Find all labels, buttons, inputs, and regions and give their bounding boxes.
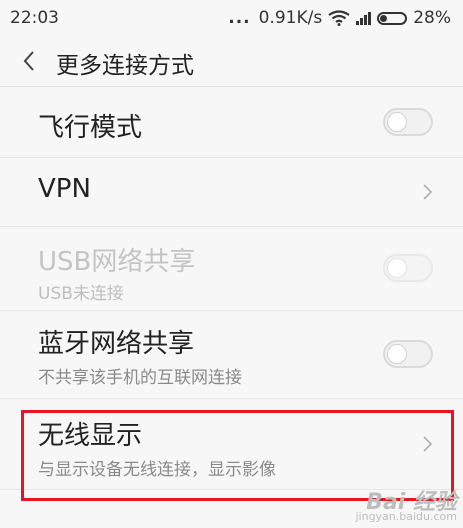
item-label: 飞行模式	[38, 113, 143, 143]
toggle-knob	[387, 344, 407, 364]
toggle-knob	[387, 258, 407, 278]
network-speed: 0.91K/s	[258, 8, 323, 28]
item-label: 蓝牙网络共享	[38, 329, 195, 359]
list-item-bluetooth-tethering[interactable]: 蓝牙网络共享 不共享该手机的互联网连接	[0, 311, 463, 399]
list-item-usb-tethering: USB网络共享 USB未连接	[0, 227, 463, 311]
list-item-wireless-display[interactable]: 无线显示 与显示设备无线连接，显示影像	[0, 399, 463, 490]
chevron-left-icon[interactable]	[18, 49, 42, 73]
list-item-vpn[interactable]: VPN	[0, 158, 463, 227]
usb-tethering-toggle	[383, 254, 433, 282]
item-label: USB网络共享	[38, 247, 196, 277]
list-item-airplane-mode[interactable]: 飞行模式	[0, 87, 463, 158]
item-label: VPN	[38, 174, 91, 204]
battery-percent: 28%	[413, 8, 451, 28]
chevron-right-icon	[423, 184, 433, 200]
status-right: ... 0.91K/s 28%	[228, 8, 451, 28]
item-label: 无线显示	[38, 421, 143, 451]
app-header: 更多连接方式	[0, 36, 463, 87]
watermark: Bai 经验 jingyan.baidu.com	[355, 490, 457, 524]
signal-icon	[356, 11, 372, 25]
watermark-logo: Bai 经验	[366, 490, 457, 515]
status-bar: 22:03 ... 0.91K/s 28%	[0, 0, 463, 36]
airplane-mode-toggle[interactable]	[383, 108, 433, 136]
toggle-knob	[387, 112, 407, 132]
page-title: 更多连接方式	[56, 53, 194, 79]
battery-icon	[377, 11, 408, 25]
wifi-icon	[328, 10, 350, 26]
status-time: 22:03	[10, 8, 59, 28]
watermark-url: jingyan.baidu.com	[355, 510, 457, 523]
item-subtitle: USB未连接	[38, 284, 124, 304]
chevron-right-icon	[423, 436, 433, 452]
item-subtitle: 不共享该手机的互联网连接	[38, 368, 242, 388]
settings-list: 飞行模式 VPN USB网络共享 USB未连接 蓝牙网络共享 不共享该手机的互联…	[0, 87, 463, 490]
bluetooth-tethering-toggle[interactable]	[383, 340, 433, 368]
item-subtitle: 与显示设备无线连接，显示影像	[38, 460, 276, 480]
notification-dots: ...	[228, 8, 251, 28]
